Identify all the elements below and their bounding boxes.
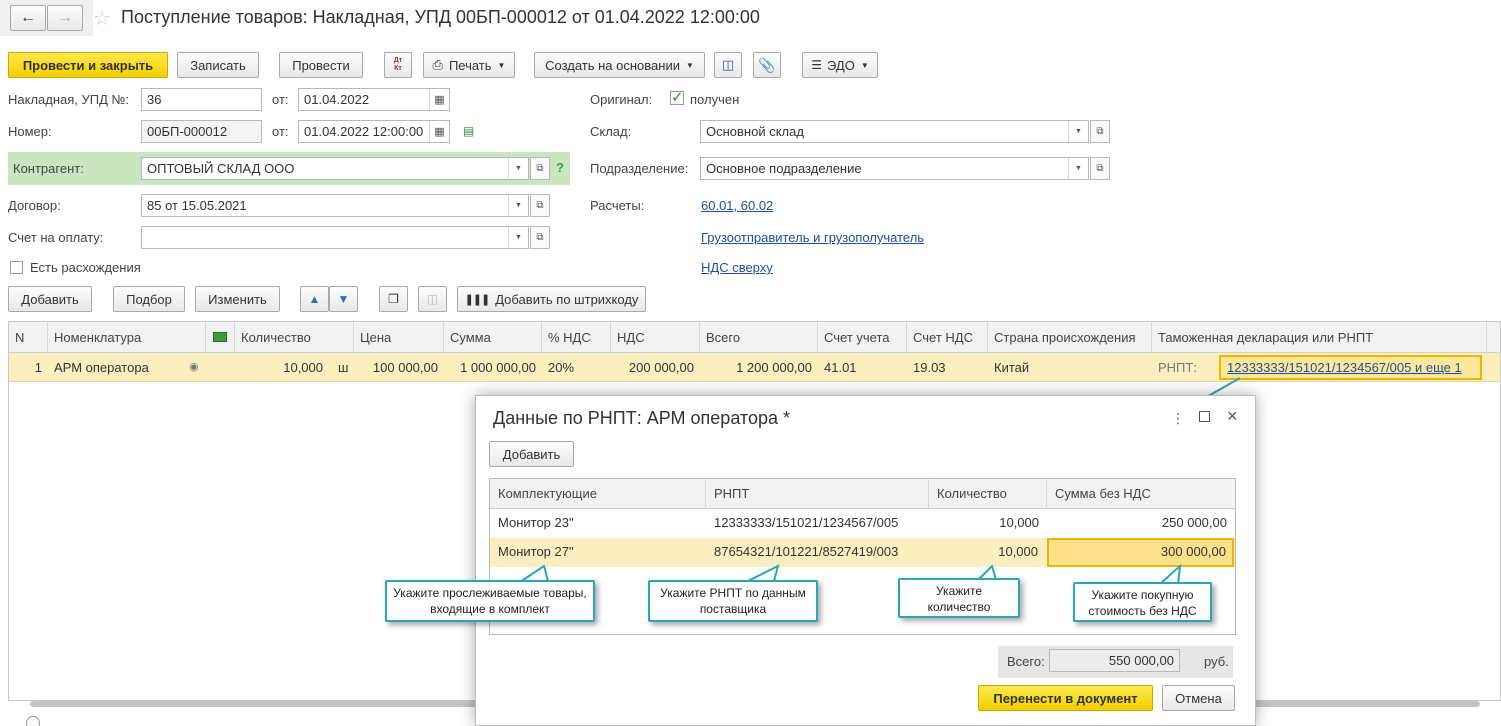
callout-cost: Укажите покупную стоимость без НДС xyxy=(1073,582,1212,622)
callout-quantity: Укажите количество xyxy=(898,578,1020,618)
callout-components: Укажите прослеживаемые товары, входящие … xyxy=(385,580,595,622)
bottom-status-icon xyxy=(26,716,40,726)
callout-rnpt: Укажите РНПТ по данным поставщика xyxy=(648,580,818,622)
